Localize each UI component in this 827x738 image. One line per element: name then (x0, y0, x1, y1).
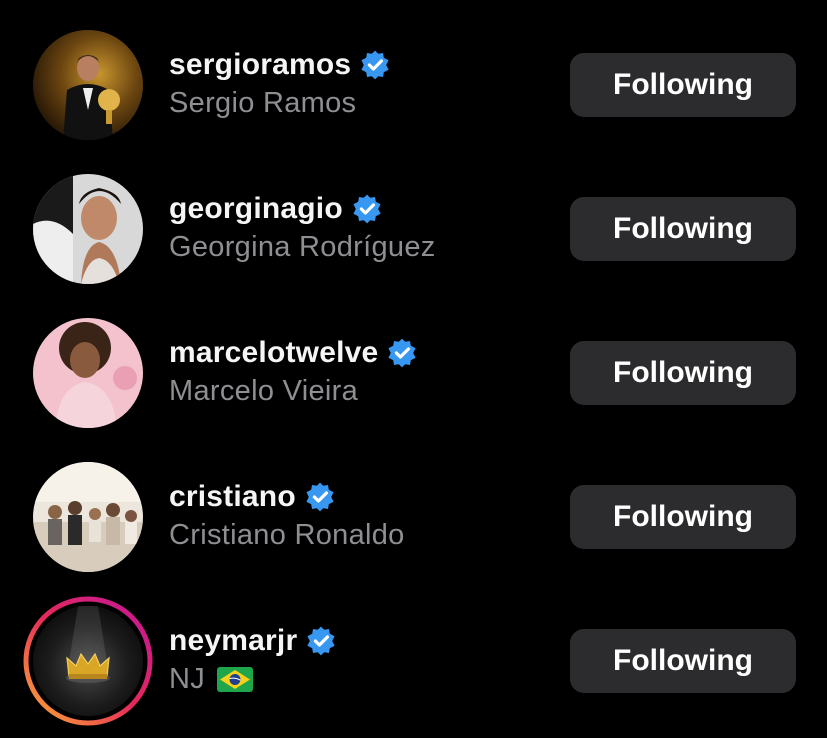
full-name: Cristiano Ronaldo (169, 519, 405, 551)
list-item[interactable]: neymarjr NJ Following (0, 589, 827, 733)
username[interactable]: neymarjr (169, 624, 297, 658)
account-text: georginagio Georgina Rodríguez (169, 189, 436, 264)
full-name: Sergio Ramos (169, 87, 357, 119)
account-text: cristiano Cristiano Ronaldo (169, 477, 405, 552)
following-button[interactable]: Following (570, 485, 796, 549)
following-button[interactable]: Following (570, 629, 796, 693)
avatar[interactable] (33, 318, 143, 428)
full-name-text: NJ (169, 663, 206, 695)
username[interactable]: cristiano (169, 480, 296, 514)
username[interactable]: sergioramos (169, 48, 351, 82)
following-list: sergioramos Sergio Ramos Following georg… (0, 0, 827, 738)
account-text: sergioramos Sergio Ramos (169, 45, 391, 120)
username[interactable]: marcelotwelve (169, 336, 378, 370)
avatar[interactable] (33, 30, 143, 140)
verified-badge-icon (388, 338, 416, 368)
brazil-flag-icon (217, 667, 254, 692)
username[interactable]: georginagio (169, 192, 343, 226)
list-item[interactable]: sergioramos Sergio Ramos Following (0, 13, 827, 157)
following-button[interactable]: Following (570, 197, 796, 261)
following-button[interactable]: Following (570, 341, 796, 405)
list-item[interactable]: georginagio Georgina Rodríguez Following (0, 157, 827, 301)
full-name: Georgina Rodríguez (169, 231, 436, 263)
list-item[interactable]: cristiano Cristiano Ronaldo Following (0, 445, 827, 589)
list-item[interactable]: marcelotwelve Marcelo Vieira Following (0, 301, 827, 445)
avatar[interactable] (33, 174, 143, 284)
story-ring[interactable] (23, 596, 153, 726)
avatar[interactable] (33, 462, 143, 572)
verified-badge-icon (307, 626, 335, 656)
account-text: neymarjr NJ (169, 621, 337, 696)
following-button[interactable]: Following (570, 53, 796, 117)
full-name: Marcelo Vieira (169, 375, 359, 407)
account-text: marcelotwelve Marcelo Vieira (169, 333, 418, 408)
verified-badge-icon (361, 50, 389, 80)
verified-badge-icon (353, 194, 381, 224)
full-name: NJ (169, 663, 337, 696)
verified-badge-icon (306, 482, 334, 512)
